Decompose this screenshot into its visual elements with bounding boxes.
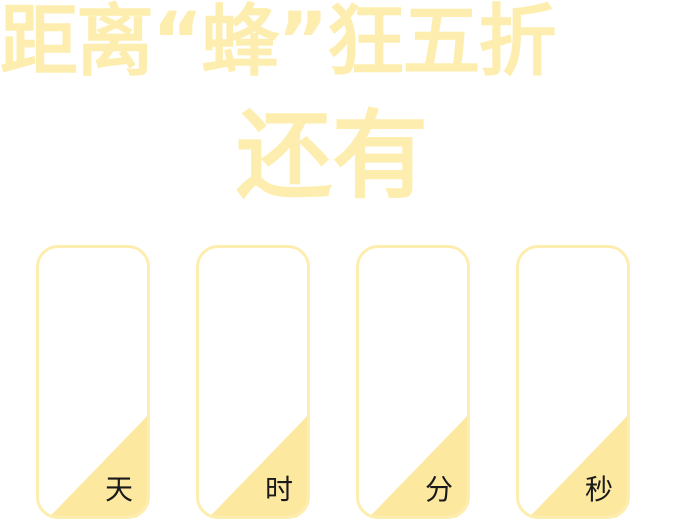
countdown-minutes-card: 分 [356,245,470,519]
countdown-hours-card: 时 [196,245,310,519]
countdown-days-label: 天 [104,473,133,506]
countdown-hours-label: 时 [264,473,293,506]
countdown-seconds-card: 秒 [516,245,630,519]
countdown-days-card: 天 [36,245,150,519]
countdown-subheadline: 还有 [236,100,428,212]
countdown-timer: 天 时 分 秒 [36,245,636,525]
countdown-seconds-label: 秒 [584,473,613,506]
countdown-headline: 距离“蜂”狂五折 [0,0,557,87]
countdown-minutes-label: 分 [424,473,453,506]
